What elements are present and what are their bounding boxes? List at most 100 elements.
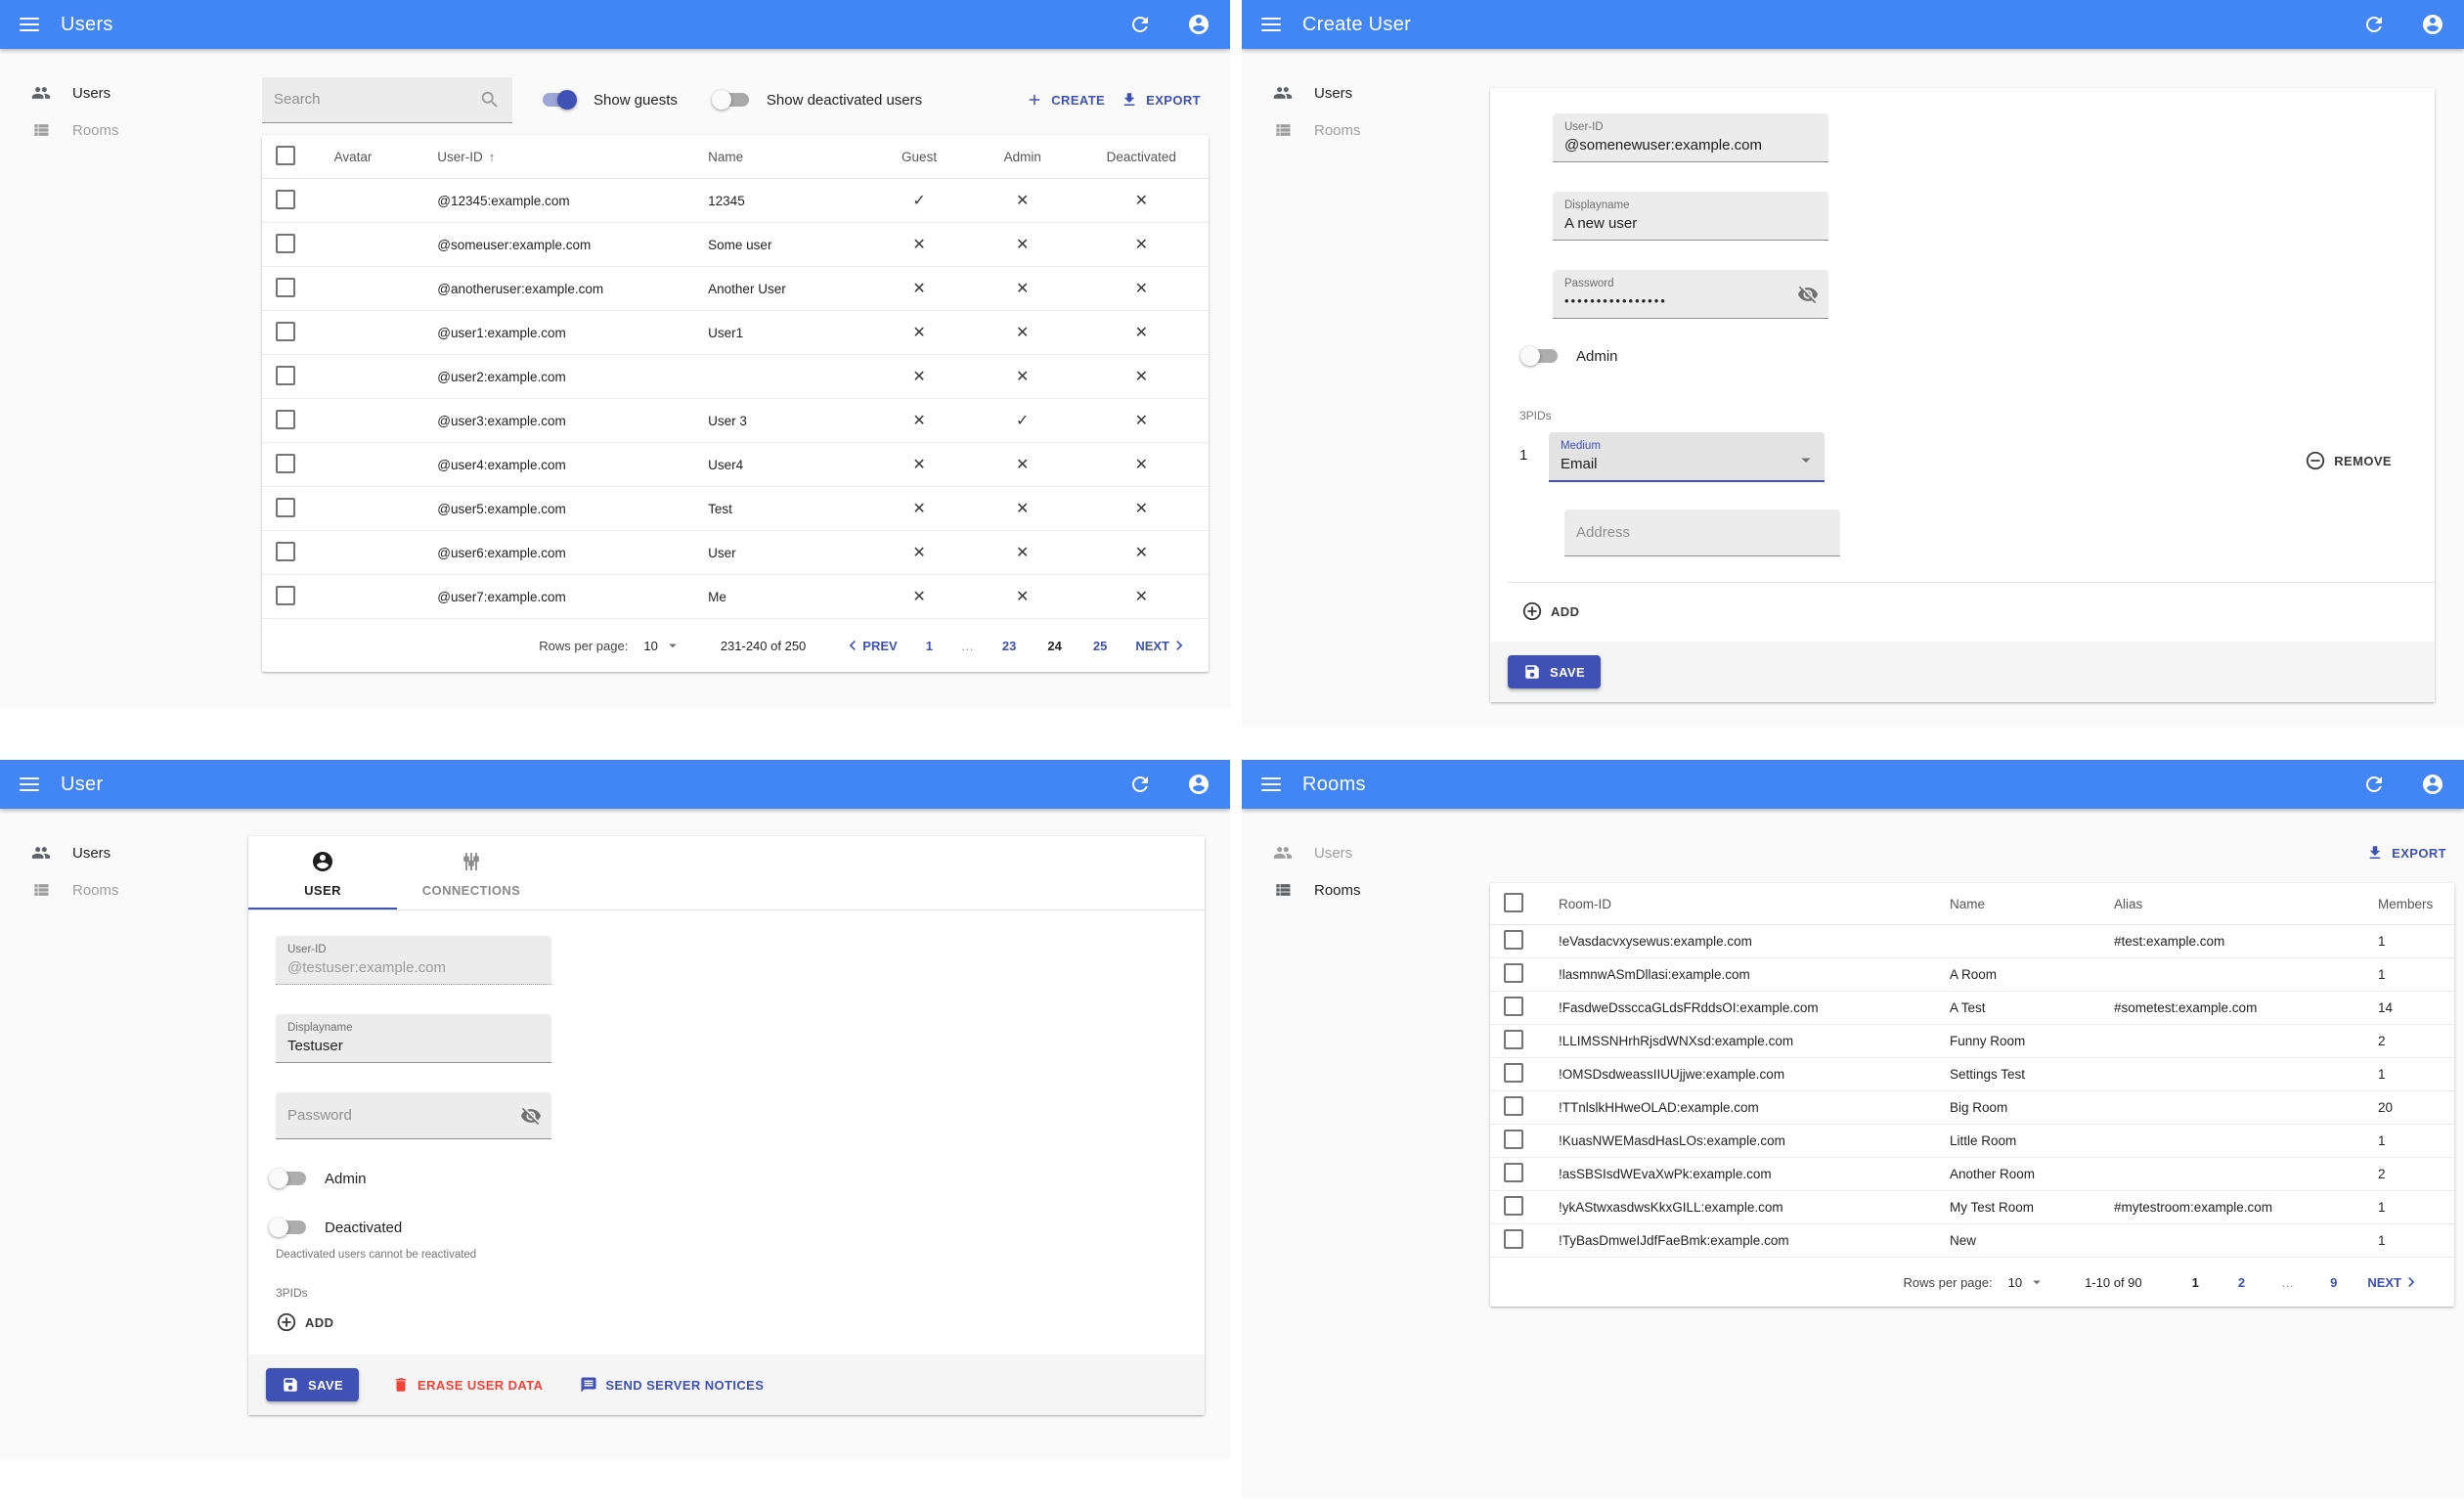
room-row[interactable]: !ykAStwxasdwsKkxGILL:example.com My Test … (1490, 1190, 2454, 1224)
prev-button[interactable]: PREV (837, 632, 902, 659)
visibility-off-icon[interactable] (520, 1105, 542, 1127)
header-admin[interactable]: Admin (970, 135, 1075, 179)
room-row[interactable]: !TTnlslkHHweOLAD:example.com Big Room 20 (1490, 1090, 2454, 1125)
room-row[interactable]: !TyBasDmweIJdfFaeBmk:example.com New 1 (1490, 1223, 2454, 1258)
account-icon[interactable] (1187, 13, 1210, 36)
page-number[interactable]: 9 (2321, 1271, 2346, 1294)
account-icon[interactable] (2421, 773, 2444, 796)
refresh-icon[interactable] (2362, 13, 2386, 36)
sidebar-item-users[interactable]: Users (0, 74, 248, 111)
row-checkbox[interactable] (1504, 930, 1523, 950)
admin-toggle[interactable] (1519, 344, 1562, 368)
room-row[interactable]: !eVasdacvxysewus:example.com #test:exampl… (1490, 924, 2454, 958)
page-number[interactable]: 1 (917, 635, 942, 657)
row-checkbox[interactable] (1504, 1163, 1523, 1182)
create-button[interactable]: CREATE (1018, 85, 1113, 114)
room-row[interactable]: !LLIMSSNHrhRjsdWNXsd:example.com Funny Ro… (1490, 1024, 2454, 1058)
row-checkbox[interactable] (276, 233, 295, 253)
show-deactivated-toggle[interactable] (711, 88, 754, 111)
sidebar-item-users[interactable]: Users (1242, 834, 1490, 871)
user-row[interactable]: @user3:example.com User 3 ✕ ✓ ✕ (262, 398, 1209, 443)
header-deactivated[interactable]: Deactivated (1074, 135, 1209, 179)
sidebar-item-users[interactable]: Users (0, 834, 248, 871)
rows-per-page-select[interactable]: 10 (2008, 1273, 2046, 1291)
row-checkbox[interactable] (1504, 1030, 1523, 1049)
room-row[interactable]: !lasmnwASmDllasi:example.com A Room 1 (1490, 957, 2454, 992)
sidebar-item-rooms[interactable]: Rooms (1242, 871, 1490, 909)
password-field[interactable]: Password •••••••••••••••• (1553, 270, 1828, 319)
next-button[interactable]: NEXT (1129, 632, 1195, 659)
user-row[interactable]: @12345:example.com 12345 ✓ ✕ ✕ (262, 178, 1209, 223)
export-button[interactable]: EXPORT (2358, 838, 2454, 867)
row-checkbox[interactable] (1504, 1130, 1523, 1149)
row-checkbox[interactable] (276, 365, 295, 385)
next-button[interactable]: NEXT (2361, 1268, 2427, 1296)
user-row[interactable]: @user4:example.com User4 ✕ ✕ ✕ (262, 442, 1209, 487)
account-icon[interactable] (2421, 13, 2444, 36)
header-name[interactable]: Name (1944, 883, 2108, 925)
sidebar-item-users[interactable]: Users (1242, 74, 1490, 111)
tab-connections[interactable]: CONNECTIONS (397, 836, 546, 909)
menu-icon[interactable] (20, 18, 39, 31)
user-row[interactable]: @user7:example.com Me ✕ ✕ ✕ (262, 574, 1209, 619)
tab-user[interactable]: USER (248, 836, 397, 909)
show-guests-toggle[interactable] (538, 88, 581, 111)
save-button[interactable]: SAVE (1508, 655, 1602, 688)
sidebar-item-rooms[interactable]: Rooms (0, 111, 248, 149)
user-row[interactable]: @someuser:example.com Some user ✕ ✕ ✕ (262, 222, 1209, 267)
refresh-icon[interactable] (1128, 13, 1152, 36)
user-row[interactable]: @user5:example.com Test ✕ ✕ ✕ (262, 486, 1209, 531)
user-id-field[interactable]: User-ID @somenewuser:example.com (1553, 113, 1828, 162)
address-field[interactable]: Address (1564, 510, 1840, 556)
row-checkbox[interactable] (276, 453, 295, 473)
page-number[interactable]: 23 (993, 635, 1025, 657)
save-button[interactable]: SAVE (266, 1368, 360, 1401)
remove-button[interactable]: REMOVE (2297, 444, 2399, 477)
row-checkbox[interactable] (1504, 1229, 1523, 1249)
add-button[interactable]: ADD (268, 1306, 341, 1339)
menu-icon[interactable] (1261, 18, 1281, 31)
displayname-field[interactable]: Displayname Testuser (276, 1014, 551, 1063)
row-checkbox[interactable] (1504, 1196, 1523, 1216)
deactivated-toggle[interactable] (268, 1216, 311, 1239)
header-members[interactable]: Members (2372, 883, 2454, 925)
erase-user-data-button[interactable]: ERASE USER DATA (384, 1370, 550, 1399)
room-row[interactable]: !FasdweDssccaGLdsFRddsOI:example.com A Te… (1490, 991, 2454, 1025)
select-all-checkbox[interactable] (276, 145, 295, 165)
row-checkbox[interactable] (276, 321, 295, 341)
header-user-id[interactable]: User-ID ↑ (431, 135, 703, 179)
row-checkbox[interactable] (276, 541, 295, 561)
row-checkbox[interactable] (276, 409, 295, 429)
page-number[interactable]: 25 (1084, 635, 1116, 657)
user-row[interactable]: @user1:example.com User1 ✕ ✕ ✕ (262, 310, 1209, 355)
row-checkbox[interactable] (1504, 1063, 1523, 1083)
room-row[interactable]: !KuasNWEMasdHasLOs:example.com Little Roo… (1490, 1124, 2454, 1158)
header-guest[interactable]: Guest (867, 135, 971, 179)
menu-icon[interactable] (1261, 777, 1281, 791)
refresh-icon[interactable] (2362, 773, 2386, 796)
page-number[interactable]: 2 (2229, 1271, 2254, 1294)
row-checkbox[interactable] (276, 277, 295, 297)
row-checkbox[interactable] (1504, 997, 1523, 1016)
user-row[interactable]: @user2:example.com ✕ ✕ ✕ (262, 354, 1209, 399)
header-alias[interactable]: Alias (2108, 883, 2372, 925)
menu-icon[interactable] (20, 777, 39, 791)
row-checkbox[interactable] (276, 497, 295, 517)
header-room-id[interactable]: Room-ID (1553, 883, 1944, 925)
row-checkbox[interactable] (1504, 963, 1523, 983)
sidebar-item-rooms[interactable]: Rooms (0, 871, 248, 909)
select-all-checkbox[interactable] (1504, 892, 1523, 912)
account-icon[interactable] (1187, 773, 1210, 796)
sidebar-item-rooms[interactable]: Rooms (1242, 111, 1490, 149)
user-row[interactable]: @anotheruser:example.com Another User ✕ ✕ ✕ (262, 266, 1209, 311)
export-button[interactable]: EXPORT (1113, 85, 1209, 114)
row-checkbox[interactable] (1504, 1096, 1523, 1116)
row-checkbox[interactable] (276, 189, 295, 209)
room-row[interactable]: !OMSDsdweassIIUUjjwe:example.com Settings… (1490, 1057, 2454, 1091)
add-button[interactable]: ADD (1514, 595, 1587, 628)
user-row[interactable]: @user6:example.com User ✕ ✕ ✕ (262, 530, 1209, 575)
displayname-field[interactable]: Displayname A new user (1553, 192, 1828, 241)
room-row[interactable]: !asSBSIsdWEvaXwPk:example.com Another Roo… (1490, 1157, 2454, 1191)
visibility-off-icon[interactable] (1797, 284, 1819, 305)
refresh-icon[interactable] (1128, 773, 1152, 796)
